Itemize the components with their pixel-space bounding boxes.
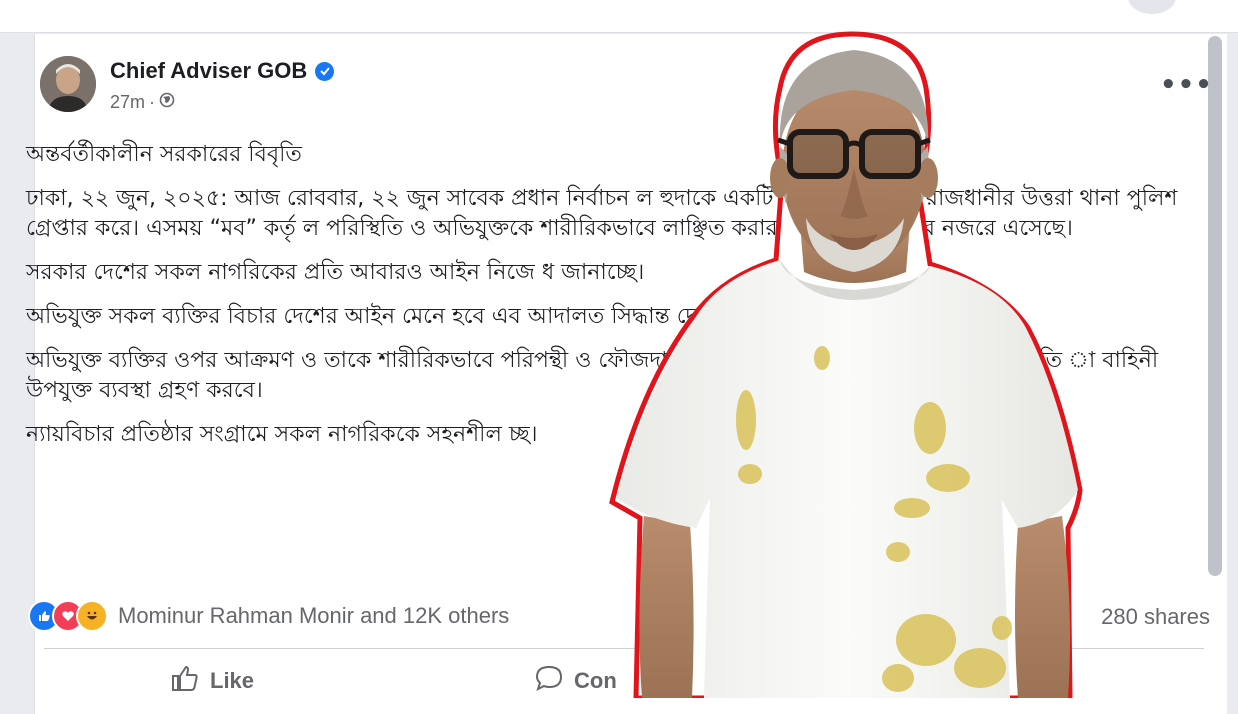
haha-reaction-icon <box>76 600 108 632</box>
post-author[interactable]: Chief Adviser GOB <box>110 58 335 84</box>
scrollbar[interactable] <box>1208 36 1222 576</box>
profile-button[interactable] <box>1128 0 1176 14</box>
post-time[interactable]: 27m <box>110 92 145 113</box>
post-meta: 27m · <box>110 92 175 113</box>
meta-separator: · <box>149 92 156 112</box>
person-photo <box>600 28 1096 701</box>
verified-icon <box>315 61 335 81</box>
reactions-text[interactable]: Mominur Rahman Monir and 12K others <box>118 603 509 629</box>
author-name[interactable]: Chief Adviser GOB <box>110 58 307 84</box>
shares-count[interactable]: 280 shares <box>1101 604 1210 630</box>
more-icon[interactable]: ••• <box>1160 70 1213 100</box>
globe-icon <box>159 92 175 113</box>
avatar[interactable] <box>40 56 96 112</box>
like-button[interactable]: Like <box>170 664 254 698</box>
like-label: Like <box>210 668 255 693</box>
like-icon <box>170 664 200 698</box>
comment-icon <box>534 664 564 698</box>
reactions-summary[interactable]: Mominur Rahman Monir and 12K others <box>28 600 509 632</box>
